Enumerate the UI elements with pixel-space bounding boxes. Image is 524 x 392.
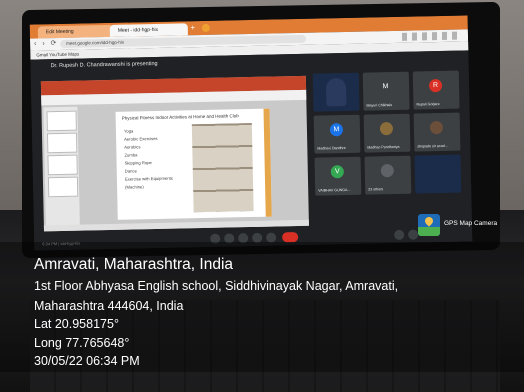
participant-tile-presenter[interactable] (312, 72, 360, 112)
slide-bullets: Yoga Aerobic Exercises Aerobics Zumba Sk… (124, 127, 173, 192)
participant-name: Madhavi Dandhre (317, 146, 346, 151)
gps-map-camera-icon (418, 214, 440, 236)
participant-tile[interactable]: M Madhavi Dandhre (313, 114, 361, 154)
nav-arrows-icon[interactable]: ‹ › ⟳ (34, 39, 59, 48)
slide-thumbnail (46, 132, 78, 154)
slide-thumbnails (43, 106, 80, 228)
participant-tile-self[interactable] (414, 154, 462, 194)
avatar: M (329, 123, 344, 137)
shared-presentation: Physical Fitness Indoor Activities at Ho… (40, 75, 309, 232)
participant-name: 23 others (368, 187, 384, 192)
avatar: M (378, 80, 393, 94)
slide-bullet: (Machine) (125, 184, 144, 190)
avatar: R (428, 78, 443, 93)
presenting-banner: Dr. Rupesh D. Chandrawanshi is presentin… (50, 60, 158, 70)
avatar (429, 120, 444, 135)
slide-thumbnail (47, 176, 79, 198)
laptop-screen: Edit Meeting Meet - idd-hgp-hix + ‹ › ⟳ … (29, 15, 473, 251)
datetime: 30/05/22 06:34 PM (34, 354, 140, 368)
new-tab-icon[interactable]: + (188, 23, 198, 33)
participant-tile[interactable]: M Mayuri Chikhale (362, 71, 410, 111)
participant-name: VAIBHAV GUNGA... (318, 187, 351, 193)
end-call-button[interactable] (282, 232, 299, 243)
slide-exercise-images (191, 122, 254, 213)
participant-tile[interactable]: R Rupali Gorjare (412, 70, 460, 110)
location-title: Amravati, Maharashtra, India (34, 256, 234, 273)
address-line-2: Maharashtra 444604, India (34, 299, 184, 313)
avatar (379, 122, 394, 136)
participant-tile[interactable]: V VAIBHAV GUNGA... (314, 156, 362, 196)
current-slide: Physical Fitness Indoor Activities at Ho… (115, 108, 272, 220)
address-line-1: 1st Floor Abhyasa English school, Siddhi… (34, 279, 399, 293)
participant-tile[interactable]: Madhao Pandhariya (363, 113, 411, 153)
latitude: Lat 20.958175° (34, 317, 119, 331)
participant-tile-others[interactable]: 23 others (364, 155, 412, 195)
extension-icons[interactable] (401, 31, 463, 41)
meet-window: Dr. Rupesh D. Chandrawanshi is presentin… (30, 50, 473, 251)
participant-video (325, 78, 347, 107)
gps-app-name: GPS Map Camera (444, 220, 498, 227)
slide-thumbnail (46, 110, 77, 132)
longitude: Long 77.765648° (34, 336, 130, 350)
people-icon[interactable] (408, 229, 419, 240)
participant-name: shopade sir acad... (417, 143, 448, 149)
participant-name: Rupali Gorjare (416, 102, 440, 107)
info-icon[interactable] (394, 229, 405, 241)
gps-app-badge: GPS Map Camera (418, 214, 522, 236)
avatar: V (330, 165, 344, 179)
slide-title: Physical Fitness Indoor Activities at Ho… (121, 113, 239, 121)
slide-thumbnail (47, 154, 78, 176)
avatar (380, 164, 394, 178)
recording-icon (201, 23, 210, 33)
participant-tile[interactable]: shopade sir acad... (413, 112, 461, 152)
participant-name: Madhao Pandhariya (367, 144, 400, 150)
slide-bullet: Exercise with Equipments (124, 175, 173, 182)
participant-name: Mayuri Chikhale (366, 103, 393, 108)
